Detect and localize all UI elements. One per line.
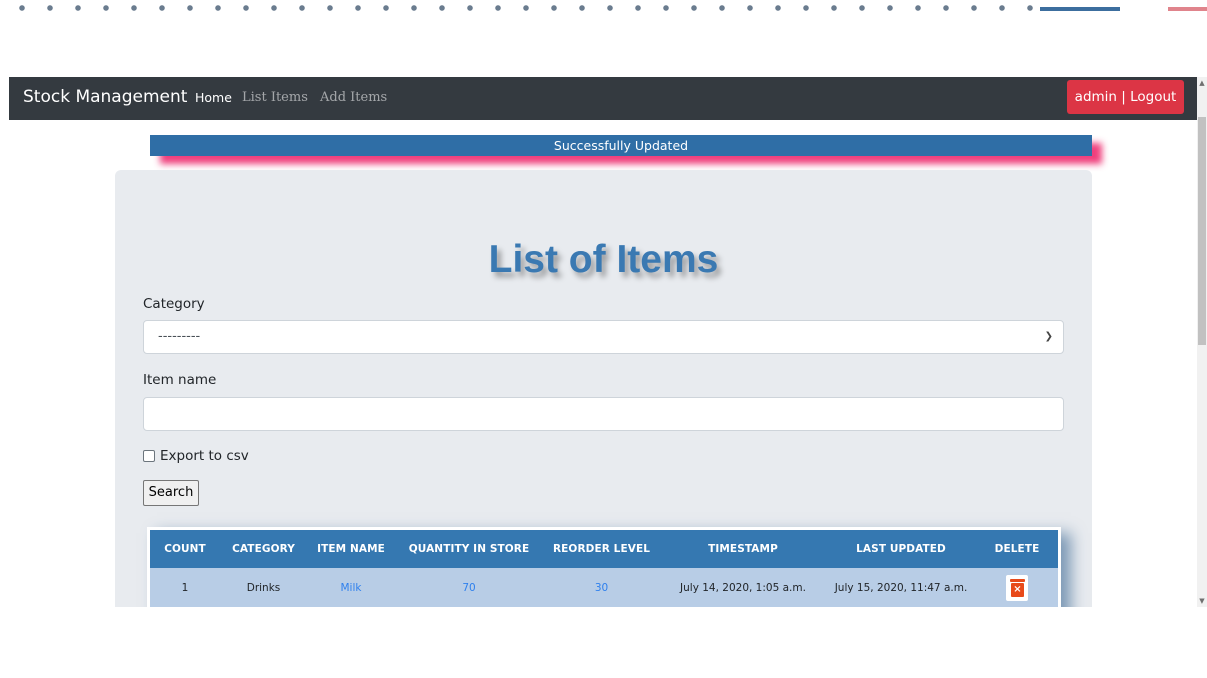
vertical-scrollbar[interactable]: ▲ ▼ bbox=[1197, 77, 1207, 607]
page-viewport: Stock Management Home List Items Add Ite… bbox=[9, 77, 1207, 607]
nav-link-home[interactable]: Home bbox=[195, 90, 232, 105]
nav-link-list-items[interactable]: List Items bbox=[242, 90, 308, 105]
navbar: Stock Management Home List Items Add Ite… bbox=[9, 77, 1197, 120]
brand-link[interactable]: Stock Management bbox=[23, 87, 187, 107]
chevron-down-icon: ❯ bbox=[1044, 331, 1053, 342]
trash-can: × bbox=[1011, 583, 1024, 597]
logout-button[interactable]: admin | Logout bbox=[1067, 80, 1184, 114]
cell-count: 1 bbox=[181, 582, 189, 594]
header-reorder-level: REORDER LEVEL bbox=[552, 543, 651, 555]
export-csv-checkbox[interactable] bbox=[143, 450, 155, 462]
trash-lid bbox=[1010, 579, 1025, 582]
browser-top-strip bbox=[0, 0, 1207, 14]
item-name-label: Item name bbox=[143, 372, 217, 388]
export-csv-label: Export to csv bbox=[160, 448, 249, 464]
scroll-down-arrow-icon[interactable]: ▼ bbox=[1197, 595, 1207, 607]
header-quantity: QUANTITY IN STORE bbox=[408, 543, 530, 555]
search-button[interactable]: Search bbox=[143, 480, 199, 506]
cell-category: Drinks bbox=[246, 582, 281, 594]
table-row: 1 Drinks Milk 70 30 July 14, 2020, 1:05 … bbox=[150, 568, 1058, 607]
items-table-wrapper: COUNT CATEGORY ITEM NAME QUANTITY IN STO… bbox=[147, 527, 1061, 607]
list-items-panel: List of Items Category --------- ❯ Item … bbox=[115, 170, 1092, 607]
header-category: CATEGORY bbox=[232, 543, 295, 555]
table-header-row: COUNT CATEGORY ITEM NAME QUANTITY IN STO… bbox=[150, 530, 1058, 568]
header-item-name: ITEM NAME bbox=[317, 543, 385, 555]
cell-reorder-level-link[interactable]: 30 bbox=[543, 568, 660, 607]
scroll-thumb[interactable] bbox=[1198, 117, 1206, 345]
strip-blue-bar bbox=[1040, 7, 1120, 11]
item-name-input[interactable] bbox=[143, 397, 1064, 431]
trash-delete-icon[interactable]: × bbox=[1006, 575, 1028, 601]
success-alert: Successfully Updated bbox=[150, 135, 1092, 156]
dotted-decoration bbox=[8, 5, 1038, 11]
header-last-updated: LAST UPDATED bbox=[856, 543, 946, 555]
header-delete: DELETE bbox=[994, 543, 1040, 555]
strip-red-bar bbox=[1168, 7, 1207, 11]
header-timestamp: TIMESTAMP bbox=[708, 543, 778, 555]
nav-link-add-items[interactable]: Add Items bbox=[320, 90, 387, 105]
category-select[interactable]: --------- ❯ bbox=[143, 320, 1064, 354]
export-csv-row[interactable]: Export to csv bbox=[143, 448, 249, 464]
cell-delete: × bbox=[976, 568, 1058, 607]
category-selected-value: --------- bbox=[158, 329, 201, 344]
cell-quantity-link[interactable]: 70 bbox=[395, 568, 543, 607]
cell-timestamp: July 14, 2020, 1:05 a.m. bbox=[680, 582, 806, 594]
items-table: COUNT CATEGORY ITEM NAME QUANTITY IN STO… bbox=[150, 530, 1058, 607]
cell-item-name-link[interactable]: Milk bbox=[307, 568, 395, 607]
category-label: Category bbox=[143, 296, 205, 312]
page-title: List of Items bbox=[488, 238, 719, 281]
cell-last-updated: July 15, 2020, 11:47 a.m. bbox=[834, 582, 968, 594]
header-count: COUNT bbox=[164, 543, 206, 555]
scroll-up-arrow-icon[interactable]: ▲ bbox=[1197, 77, 1207, 89]
